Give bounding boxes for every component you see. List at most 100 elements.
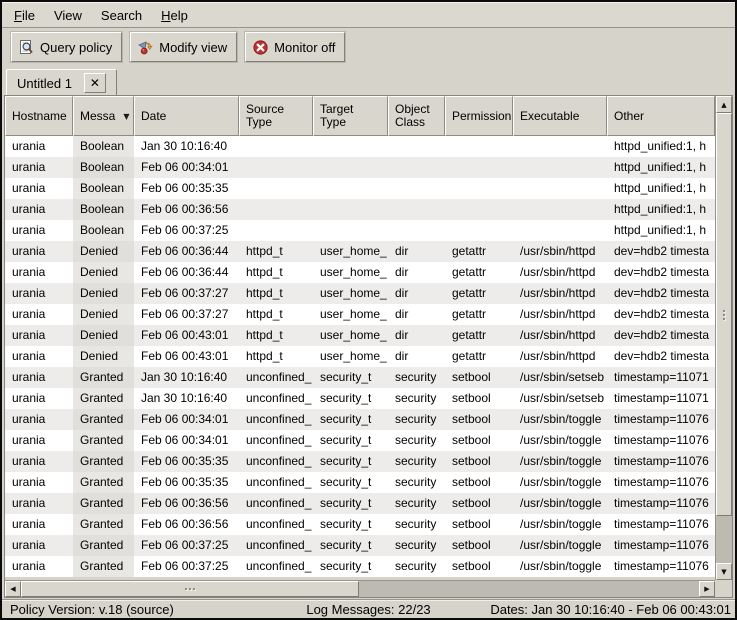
scroll-down-arrow-icon[interactable]: ▼ xyxy=(716,563,732,580)
table-row[interactable]: uraniaBooleanFeb 06 00:36:56httpd_unifie… xyxy=(5,199,715,220)
table-row[interactable]: uraniaGrantedFeb 06 00:36:56unconfined_s… xyxy=(5,514,715,535)
column-header-messa[interactable]: Messa▼ xyxy=(73,96,134,136)
cell: /usr/sbin/setseb xyxy=(513,367,607,388)
cell xyxy=(445,157,513,178)
table-row[interactable]: uraniaGrantedJan 30 10:16:40unconfined_s… xyxy=(5,367,715,388)
menu-item-search[interactable]: Search xyxy=(101,8,142,23)
application-window: File View Search Help Query policy xyxy=(0,0,737,620)
cell: unconfined_ xyxy=(239,535,313,556)
horizontal-scrollbar[interactable]: ◀ ▶ xyxy=(5,580,715,597)
column-header-hostname[interactable]: Hostname xyxy=(5,96,73,136)
cell: urania xyxy=(5,388,73,409)
menu-item-file[interactable]: File xyxy=(14,8,35,23)
cell xyxy=(445,220,513,241)
cell: unconfined_ xyxy=(239,367,313,388)
scroll-left-arrow-icon[interactable]: ◀ xyxy=(5,581,21,597)
cell: security xyxy=(388,409,445,430)
cell: Feb 06 00:43:01 xyxy=(134,325,239,346)
vertical-scrollbar[interactable]: ▲ ▼ xyxy=(715,96,732,580)
grip-dot xyxy=(185,588,187,590)
cell: setbool xyxy=(445,367,513,388)
table-row[interactable]: uraniaDeniedFeb 06 00:37:27httpd_tuser_h… xyxy=(5,283,715,304)
cell: security_t xyxy=(313,367,388,388)
cell: setbool xyxy=(445,493,513,514)
menu-item-help[interactable]: Help xyxy=(161,8,188,23)
cell: Feb 06 00:36:56 xyxy=(134,514,239,535)
table-row[interactable]: uraniaBooleanFeb 06 00:34:01httpd_unifie… xyxy=(5,157,715,178)
table-row[interactable]: uraniaBooleanJan 30 10:16:40httpd_unifie… xyxy=(5,136,715,157)
table-row[interactable]: uraniaDeniedFeb 06 00:37:27httpd_tuser_h… xyxy=(5,304,715,325)
cell: Feb 06 00:36:56 xyxy=(134,493,239,514)
table-row[interactable]: uraniaGrantedFeb 06 00:36:56unconfined_s… xyxy=(5,493,715,514)
table-row[interactable]: uraniaGrantedFeb 06 00:37:25unconfined_s… xyxy=(5,535,715,556)
column-header-target-type[interactable]: Target Type xyxy=(313,96,388,136)
column-header-date[interactable]: Date xyxy=(134,96,239,136)
cell: /usr/sbin/toggle xyxy=(513,493,607,514)
table-row[interactable]: uraniaGrantedFeb 06 00:35:35unconfined_s… xyxy=(5,472,715,493)
table-row[interactable]: uraniaGrantedFeb 06 00:35:35unconfined_s… xyxy=(5,451,715,472)
cell: setbool xyxy=(445,451,513,472)
tab-close-button[interactable]: ✕ xyxy=(84,73,106,93)
cell: Feb 06 00:35:35 xyxy=(134,451,239,472)
cell: Granted xyxy=(73,556,134,577)
cell: /usr/sbin/httpd xyxy=(513,262,607,283)
column-header-other[interactable]: Other xyxy=(607,96,715,136)
cell: getattr xyxy=(445,283,513,304)
menu-item-view[interactable]: View xyxy=(54,8,82,23)
cell: security_t xyxy=(313,430,388,451)
cell: Denied xyxy=(73,346,134,367)
query-policy-button[interactable]: Query policy xyxy=(11,32,122,62)
column-header-source-type[interactable]: Source Type xyxy=(239,96,313,136)
scroll-right-arrow-icon[interactable]: ▶ xyxy=(699,581,715,597)
column-header-executable[interactable]: Executable xyxy=(513,96,607,136)
cell: security xyxy=(388,535,445,556)
tab-untitled-1[interactable]: Untitled 1 ✕ xyxy=(6,69,117,97)
column-header-object-class[interactable]: Object Class xyxy=(388,96,445,136)
cell: Feb 06 00:34:01 xyxy=(134,409,239,430)
monitor-off-button[interactable]: Monitor off xyxy=(245,32,345,62)
cell: timestamp=11071 xyxy=(607,367,715,388)
grip-dot xyxy=(723,314,725,316)
table-row[interactable]: uraniaBooleanFeb 06 00:35:35httpd_unifie… xyxy=(5,178,715,199)
table-row[interactable]: uraniaGrantedFeb 06 00:34:01unconfined_s… xyxy=(5,430,715,451)
scroll-up-arrow-icon[interactable]: ▲ xyxy=(716,96,732,113)
cell xyxy=(239,178,313,199)
cell: urania xyxy=(5,346,73,367)
table-row[interactable]: uraniaDeniedFeb 06 00:36:44httpd_tuser_h… xyxy=(5,241,715,262)
cell: unconfined_ xyxy=(239,409,313,430)
cell: Feb 06 00:35:35 xyxy=(134,472,239,493)
sort-desc-icon: ▼ xyxy=(123,112,129,121)
cell xyxy=(388,178,445,199)
table-row[interactable]: uraniaBooleanFeb 06 00:37:25httpd_unifie… xyxy=(5,220,715,241)
cell: urania xyxy=(5,262,73,283)
table-header-row: HostnameMessa▼DateSource TypeTarget Type… xyxy=(5,96,715,136)
cell: Granted xyxy=(73,367,134,388)
table-row[interactable]: uraniaGrantedFeb 06 00:37:25unconfined_s… xyxy=(5,556,715,577)
cell: dir xyxy=(388,262,445,283)
cell: urania xyxy=(5,493,73,514)
cell: Feb 06 00:34:01 xyxy=(134,430,239,451)
cell: urania xyxy=(5,367,73,388)
cell xyxy=(445,178,513,199)
dates-status: Dates: Jan 30 10:16:40 - Feb 06 00:43:01 xyxy=(490,601,731,619)
table-row[interactable]: uraniaGrantedFeb 06 00:34:01unconfined_s… xyxy=(5,409,715,430)
horizontal-scrollbar-thumb[interactable] xyxy=(21,581,359,597)
cell: /usr/sbin/toggle xyxy=(513,409,607,430)
cell: /usr/sbin/toggle xyxy=(513,514,607,535)
vertical-scrollbar-thumb[interactable] xyxy=(716,113,732,516)
cell xyxy=(445,136,513,157)
grip-dot xyxy=(189,588,191,590)
modify-view-button[interactable]: Modify view xyxy=(130,32,237,62)
cell: timestamp=11071 xyxy=(607,388,715,409)
tab-strip: Untitled 1 ✕ xyxy=(2,66,735,97)
table-row[interactable]: uraniaDeniedFeb 06 00:43:01httpd_tuser_h… xyxy=(5,325,715,346)
column-header-permission[interactable]: Permission xyxy=(445,96,513,136)
table-row[interactable]: uraniaDeniedFeb 06 00:36:44httpd_tuser_h… xyxy=(5,262,715,283)
table-row[interactable]: uraniaGrantedJan 30 10:16:40unconfined_s… xyxy=(5,388,715,409)
cell: Granted xyxy=(73,514,134,535)
cell: setbool xyxy=(445,514,513,535)
table-row[interactable]: uraniaDeniedFeb 06 00:43:01httpd_tuser_h… xyxy=(5,346,715,367)
cell: Feb 06 00:43:01 xyxy=(134,346,239,367)
cell: unconfined_ xyxy=(239,430,313,451)
cell: dir xyxy=(388,325,445,346)
